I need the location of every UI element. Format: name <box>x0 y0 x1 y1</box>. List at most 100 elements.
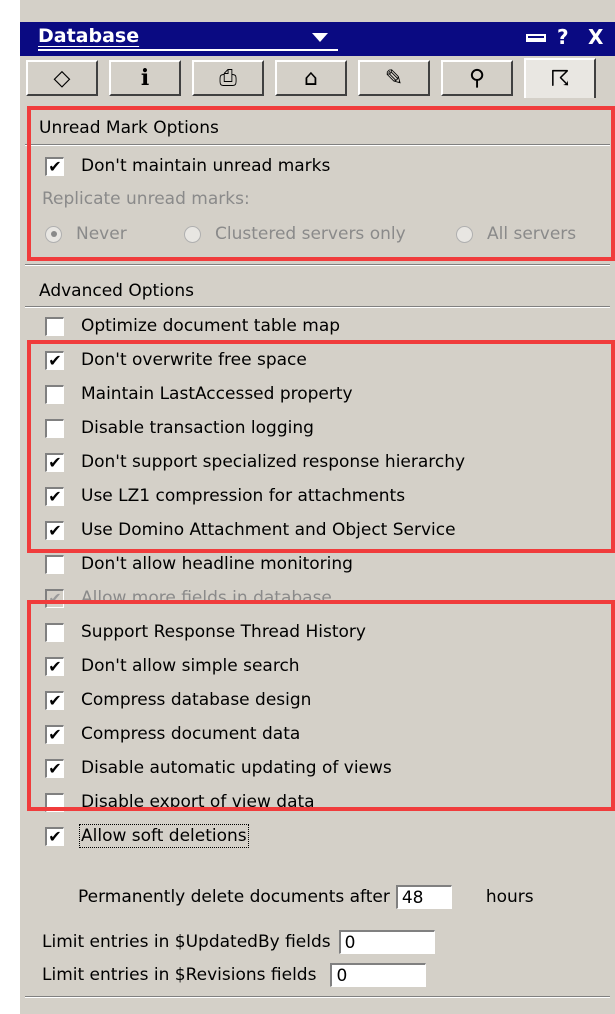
delete-after-label: Permanently delete documents after <box>78 887 390 907</box>
checkbox-label: Don't maintain unread marks <box>81 156 331 176</box>
updatedby-row: Limit entries in $UpdatedBy fields <box>42 929 435 955</box>
close-icon[interactable]: X <box>588 25 603 49</box>
soft-delete-row: Permanently delete documents after hours <box>78 884 534 910</box>
advanced-option-row[interactable]: Support Response Thread History <box>45 619 366 645</box>
unread-section-title: Unread Mark Options <box>39 118 219 138</box>
checkbox-label: Compress document data <box>81 724 301 744</box>
advanced-option-row[interactable]: ✔ Allow soft deletions <box>45 823 249 849</box>
checkbox[interactable]: ✔ <box>45 758 64 778</box>
checkbox[interactable] <box>45 316 64 336</box>
tab-info[interactable]: i <box>109 60 181 96</box>
database-properties-box: Database ? X ◇ i ⎙ ⌂ ✎ ⚲ ☈ Unread Mark O… <box>20 0 615 1014</box>
replicate-unread-label: Replicate unread marks: <box>42 189 250 209</box>
revisions-row: Limit entries in $Revisions fields <box>42 962 427 988</box>
info-icon: i <box>140 65 150 91</box>
properties-type-selector[interactable]: Database <box>38 25 139 47</box>
checkbox-label: Allow soft deletions <box>79 824 249 848</box>
revisions-label: Limit entries in $Revisions fields <box>42 965 317 985</box>
checkbox-label: Disable transaction logging <box>81 418 314 438</box>
checkbox[interactable]: ✔ <box>45 350 64 370</box>
hours-label: hours <box>485 887 534 907</box>
advanced-option-row[interactable]: ✔ Compress document data <box>45 721 300 747</box>
search-icon: ⚲ <box>468 65 486 91</box>
updatedby-label: Limit entries in $UpdatedBy fields <box>42 932 331 952</box>
advanced-divider <box>25 306 610 308</box>
help-icon[interactable]: ? <box>557 25 569 49</box>
advanced-option-row[interactable]: Disable export of view data <box>45 789 315 815</box>
checkbox[interactable] <box>45 418 64 438</box>
checkbox[interactable] <box>45 554 64 574</box>
tab-design[interactable]: ⌂ <box>275 60 347 96</box>
checkbox-label: Don't support specialized response hiera… <box>81 452 466 472</box>
advanced-option-row[interactable]: Don't allow headline monitoring <box>45 551 353 577</box>
delete-after-input[interactable] <box>395 885 452 909</box>
checkbox[interactable]: ✔ <box>45 520 64 540</box>
info-disk-icon: ◇ <box>53 65 71 91</box>
checkbox[interactable]: ✔ <box>45 826 64 846</box>
advanced-option-row[interactable]: ✔ Use Domino Attachment and Object Servic… <box>45 517 456 543</box>
tab-launch[interactable]: ✎ <box>358 60 430 96</box>
dropdown-arrow-icon[interactable] <box>312 33 328 42</box>
radio-dot <box>50 231 57 237</box>
radio-button[interactable] <box>456 225 473 243</box>
advanced-option-row[interactable]: ✔ Don't support specialized response hier… <box>45 449 465 475</box>
checkbox-label: Optimize document table map <box>81 316 341 336</box>
checkbox-label: Support Response Thread History <box>81 622 366 642</box>
tab-full-text[interactable]: ⚲ <box>441 60 513 96</box>
launch-icon: ✎ <box>384 65 404 91</box>
checkbox[interactable]: ✔ <box>45 452 64 472</box>
unread-divider <box>25 144 610 146</box>
revisions-input[interactable] <box>330 963 427 987</box>
design-icon: ⌂ <box>304 65 318 91</box>
advanced-option-row[interactable]: Optimize document table map <box>45 313 340 339</box>
bottom-divider <box>25 996 610 998</box>
checkbox[interactable]: ✔ <box>45 486 64 506</box>
replicate-clustered-option[interactable]: Clustered servers only <box>184 221 406 247</box>
checkbox-label: Disable export of view data <box>81 792 315 812</box>
checkbox-label: Don't overwrite free space <box>81 350 307 370</box>
checkbox: ✔ <box>45 588 64 608</box>
checkbox-label: Disable automatic updating of views <box>81 758 392 778</box>
checkbox[interactable] <box>45 384 64 404</box>
checkbox[interactable]: ✔ <box>45 690 64 710</box>
advanced-icon: ☈ <box>550 66 570 92</box>
advanced-option-row[interactable]: ✔ Don't allow simple search <box>45 653 300 679</box>
tab-basics[interactable]: ◇ <box>26 60 98 96</box>
replicate-never-option[interactable]: Never <box>45 221 127 247</box>
radio-label: Clustered servers only <box>215 224 406 244</box>
checkbox-label: Don't allow simple search <box>81 656 300 676</box>
tab-advanced[interactable]: ☈ <box>524 58 596 98</box>
printer-icon: ⎙ <box>219 65 237 91</box>
dont-maintain-unread-row[interactable]: ✔ Don't maintain unread marks <box>45 153 330 179</box>
updatedby-input[interactable] <box>338 930 435 954</box>
title-underline <box>38 49 338 51</box>
checkbox[interactable] <box>45 792 64 812</box>
advanced-option-row[interactable]: ✔ Compress database design <box>45 687 311 713</box>
checkbox-label: Compress database design <box>81 690 312 710</box>
advanced-option-row[interactable]: ✔ Disable automatic updating of views <box>45 755 392 781</box>
replicate-all-option[interactable]: All servers <box>456 221 576 247</box>
checkbox[interactable]: ✔ <box>45 156 64 176</box>
advanced-option-row[interactable]: ✔ Use LZ1 compression for attachments <box>45 483 405 509</box>
checkbox-label: Allow more fields in database <box>81 588 332 608</box>
minimize-icon[interactable] <box>526 34 546 42</box>
tab-print[interactable]: ⎙ <box>192 60 264 96</box>
checkbox[interactable] <box>45 622 64 642</box>
checkbox-label: Use LZ1 compression for attachments <box>81 486 406 506</box>
title-bar: Database ? X <box>20 22 615 56</box>
radio-label: All servers <box>487 224 577 244</box>
checkbox-label: Don't allow headline monitoring <box>81 554 353 574</box>
radio-button[interactable] <box>184 225 201 243</box>
checkbox-label: Use Domino Attachment and Object Service <box>81 520 456 540</box>
advanced-option-row[interactable]: ✔ Don't overwrite free space <box>45 347 307 373</box>
advanced-option-row[interactable]: Disable transaction logging <box>45 415 314 441</box>
checkbox[interactable]: ✔ <box>45 724 64 744</box>
checkbox[interactable]: ✔ <box>45 656 64 676</box>
advanced-option-row: ✔ Allow more fields in database <box>45 585 332 611</box>
radio-label: Never <box>76 224 127 244</box>
section-divider <box>25 264 610 266</box>
checkbox-label: Maintain LastAccessed property <box>81 384 353 404</box>
advanced-option-row[interactable]: Maintain LastAccessed property <box>45 381 353 407</box>
radio-button[interactable] <box>45 225 62 243</box>
advanced-section-title: Advanced Options <box>39 281 194 301</box>
